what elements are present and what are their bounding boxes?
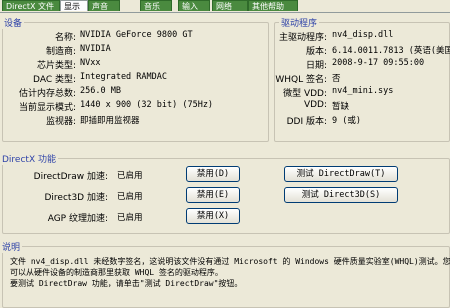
driver-date-label: 日期: xyxy=(305,61,327,71)
disable-directdraw-button[interactable]: 禁用(D) xyxy=(186,166,240,182)
tab-more-help[interactable]: 其他帮助 xyxy=(248,0,298,11)
notes-line: 要测试 DirectDraw 功能，请单击"测试 DirectDraw"按钮。 xyxy=(10,279,243,288)
directx-features-legend: DirectX 功能 xyxy=(0,152,58,165)
agp-accel-label: AGP 纹理加速: xyxy=(47,214,108,224)
direct3d-accel-status: 已启用 xyxy=(117,192,143,202)
tab-directx-files[interactable]: DirectX 文件 xyxy=(2,0,60,11)
device-legend: 设备 xyxy=(2,16,25,29)
driver-ddi-value: 9 (或) xyxy=(332,116,361,126)
device-dac-value: Integrated RAMDAC xyxy=(80,72,167,82)
device-memory-label: 估计内存总数: xyxy=(18,89,76,99)
driver-vdd-label: VDD: xyxy=(303,100,327,110)
device-monitor-label: 监视器: xyxy=(45,117,76,127)
tab-display[interactable]: 显示 xyxy=(60,0,88,11)
notes-legend: 说明 xyxy=(0,240,23,253)
disable-agp-button[interactable]: 禁用(X) xyxy=(186,208,240,224)
tab-input[interactable]: 输入 xyxy=(178,0,210,11)
agp-accel-status: 已启用 xyxy=(117,213,143,223)
device-dac-label: DAC 类型: xyxy=(33,75,76,85)
device-memory-value: 256.0 MB xyxy=(80,86,121,96)
tab-network[interactable]: 网络 xyxy=(212,0,248,11)
driver-whql-label: WHQL 签名: xyxy=(275,75,327,85)
directdraw-accel-status: 已启用 xyxy=(117,171,143,181)
notes-line: 可以从硬件设备的制造商那里获取 WHQL 签名的驱动程序。 xyxy=(10,268,223,277)
driver-legend: 驱动程序 xyxy=(279,16,320,29)
device-name-label: 名称: xyxy=(54,33,76,43)
device-manufacturer-value: NVIDIA xyxy=(80,44,111,54)
device-chip-label: 芯片类型: xyxy=(36,61,76,71)
notes-text: 文件 nv4_disp.dll 未经数字签名，这说明该文件没有通过 Micros… xyxy=(10,256,450,289)
driver-date-value: 2008-9-17 09:55:00 xyxy=(332,58,425,68)
disable-direct3d-button[interactable]: 禁用(E) xyxy=(186,187,240,203)
device-manufacturer-label: 制造商: xyxy=(45,47,76,57)
direct3d-accel-label: Direct3D 加速: xyxy=(44,193,109,203)
test-direct3d-button[interactable]: 测试 Direct3D(S) xyxy=(284,187,398,203)
driver-version-label: 版本: xyxy=(305,47,327,57)
test-directdraw-button[interactable]: 测试 DirectDraw(T) xyxy=(284,166,398,182)
device-display-mode-value: 1440 x 900 (32 bit) (75Hz) xyxy=(80,100,214,110)
driver-mini-vdd-label: 微型 VDD: xyxy=(283,89,327,99)
driver-main-label: 主驱动程序: xyxy=(278,33,327,43)
directdraw-accel-label: DirectDraw 加速: xyxy=(33,172,108,182)
tab-music[interactable]: 音乐 xyxy=(140,0,172,11)
driver-mini-vdd-value: nv4_mini.sys xyxy=(332,86,394,96)
device-chip-value: NVxx xyxy=(80,58,101,68)
driver-vdd-value: 暂缺 xyxy=(332,102,350,112)
tab-bar: DirectX 文件 显示 声音 音乐 输入 网络 其他帮助 xyxy=(0,0,450,13)
tab-sound[interactable]: 声音 xyxy=(88,0,120,11)
device-display-mode-label: 当前显示模式: xyxy=(18,103,76,113)
driver-ddi-label: DDI 版本: xyxy=(286,117,327,127)
notes-line: 文件 nv4_disp.dll 未经数字签名，这说明该文件没有通过 Micros… xyxy=(10,257,450,266)
driver-version-value: 6.14.0011.7813 (英语(美国)) xyxy=(332,46,450,56)
device-monitor-value: 即插即用监视器 xyxy=(80,116,140,126)
driver-main-value: nv4_disp.dll xyxy=(332,30,394,40)
driver-whql-value: 否 xyxy=(332,74,341,84)
device-name-value: NVIDIA GeForce 9800 GT xyxy=(80,30,193,40)
